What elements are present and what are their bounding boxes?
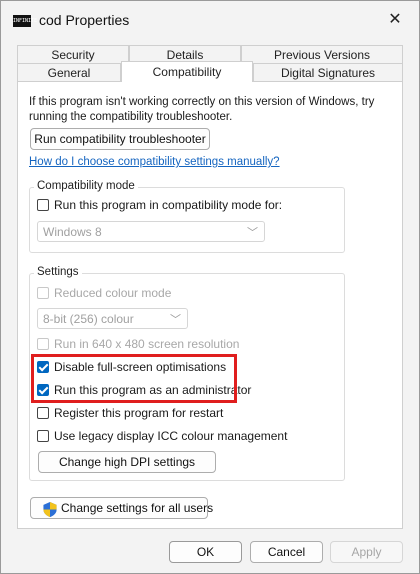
apply-button[interactable]: Apply: [330, 541, 403, 563]
change-all-users-button[interactable]: Change settings for all users: [30, 497, 213, 519]
chevron-down-icon: ﹀: [170, 314, 181, 326]
compat-mode-checkbox-row[interactable]: Run this program in compatibility mode f…: [37, 198, 337, 215]
run-troubleshooter-button[interactable]: Run compatibility troubleshooter: [30, 128, 210, 150]
compatibility-mode-legend: Compatibility mode: [34, 180, 138, 192]
legacy-icc-label: Use legacy display ICC colour management: [54, 429, 288, 443]
register-restart-checkbox[interactable]: [37, 407, 49, 419]
settings-group: [29, 273, 345, 481]
tab-compatibility[interactable]: Compatibility: [121, 61, 253, 82]
tab-digital-signatures[interactable]: Digital Signatures: [253, 63, 403, 81]
uac-shield-icon: [43, 502, 57, 517]
legacy-icc-checkbox[interactable]: [37, 430, 49, 442]
close-button[interactable]: ✕: [373, 5, 417, 35]
res-640-label: Run in 640 x 480 screen resolution: [54, 337, 240, 351]
cancel-button[interactable]: Cancel: [250, 541, 323, 563]
legacy-icc-row[interactable]: Use legacy display ICC colour management: [37, 429, 297, 446]
register-restart-label: Register this program for restart: [54, 406, 224, 420]
run-as-admin-row[interactable]: Run this program as an administrator: [37, 383, 251, 400]
colour-depth-value: 8-bit (256) colour: [43, 312, 134, 326]
tab-security[interactable]: Security: [17, 45, 129, 63]
change-all-users-label: Change settings for all users: [61, 501, 214, 515]
properties-window: INFINITE cod Properties ✕ Security Detai…: [0, 0, 420, 574]
manual-settings-link[interactable]: How do I choose compatibility settings m…: [29, 156, 280, 168]
compat-os-select[interactable]: Windows 8 ﹀: [37, 221, 265, 242]
tab-previous-versions[interactable]: Previous Versions: [241, 45, 403, 63]
title-bar: INFINITE cod Properties ✕: [1, 1, 419, 39]
change-dpi-button[interactable]: Change high DPI settings: [38, 451, 216, 473]
compat-os-value: Windows 8: [43, 225, 102, 239]
reduced-colour-row: Reduced colour mode: [37, 286, 237, 303]
close-icon: ✕: [388, 11, 402, 28]
settings-legend: Settings: [34, 266, 82, 278]
reduced-colour-label: Reduced colour mode: [54, 286, 172, 300]
compat-mode-label: Run this program in compatibility mode f…: [54, 198, 283, 212]
intro-text: If this program isn't working correctly …: [29, 96, 375, 123]
compatibility-mode-group: [29, 187, 345, 253]
fullscreen-opt-row[interactable]: Disable full-screen optimisations: [37, 360, 232, 377]
tab-general[interactable]: General: [17, 63, 121, 81]
res-640-row: Run in 640 x 480 screen resolution: [37, 337, 277, 354]
reduced-colour-checkbox: [37, 287, 49, 299]
run-as-admin-checkbox[interactable]: [37, 384, 49, 396]
fullscreen-opt-label: Disable full-screen optimisations: [54, 360, 227, 374]
window-title: cod Properties: [39, 12, 130, 28]
colour-depth-select: 8-bit (256) colour ﹀: [37, 308, 188, 329]
run-as-admin-label: Run this program as an administrator: [54, 383, 252, 397]
compat-mode-checkbox[interactable]: [37, 199, 49, 211]
ok-button[interactable]: OK: [169, 541, 242, 563]
app-icon: INFINITE: [13, 15, 37, 27]
fullscreen-opt-checkbox[interactable]: [37, 361, 49, 373]
res-640-checkbox: [37, 338, 49, 350]
chevron-down-icon: ﹀: [247, 227, 258, 239]
register-restart-row[interactable]: Register this program for restart: [37, 406, 257, 423]
